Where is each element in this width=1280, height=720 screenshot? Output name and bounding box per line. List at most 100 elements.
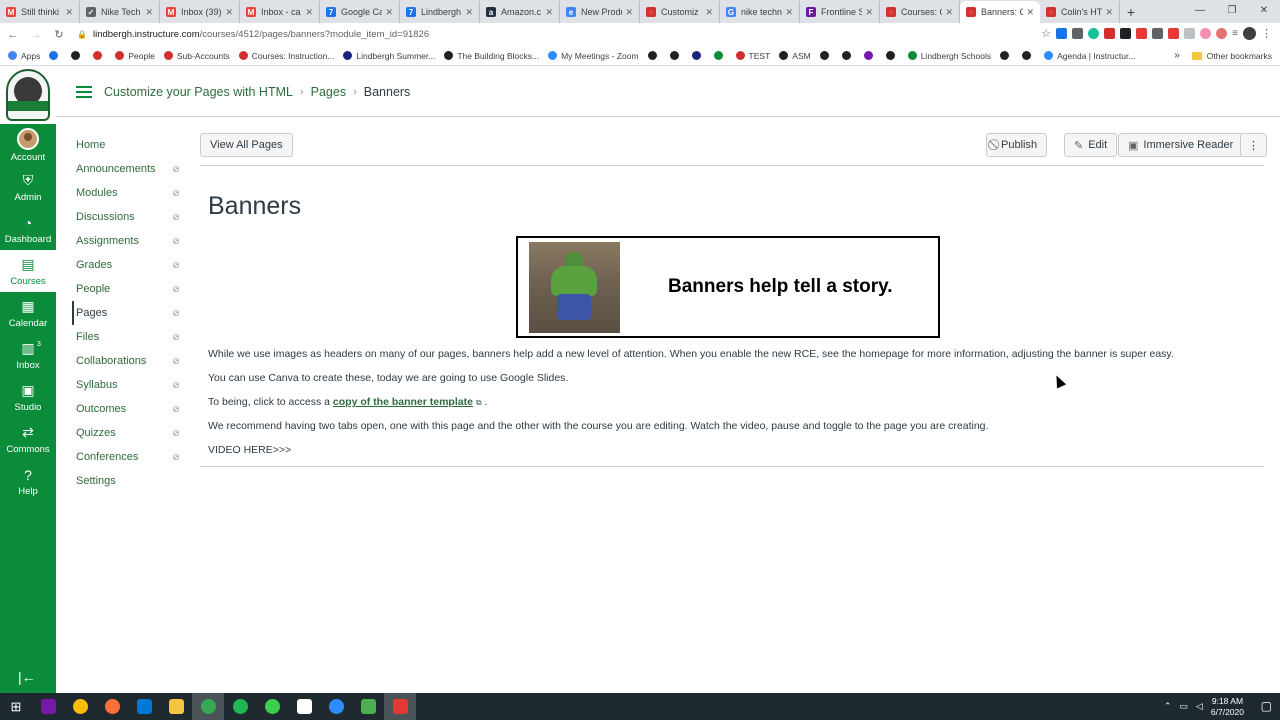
bookmark-item[interactable] bbox=[691, 51, 705, 60]
course-nav-grades[interactable]: Grades ⊘ bbox=[72, 253, 182, 277]
browser-tab[interactable]: M Still thinki ✕ bbox=[0, 1, 80, 23]
course-nav-modules[interactable]: Modules ⊘ bbox=[72, 181, 182, 205]
minimize-icon[interactable]: — bbox=[1184, 0, 1216, 20]
extension-icon[interactable] bbox=[1136, 28, 1148, 39]
course-nav-people[interactable]: People ⊘ bbox=[72, 277, 182, 301]
course-nav-files[interactable]: Files ⊘ bbox=[72, 325, 182, 349]
tab-close-icon[interactable]: ✕ bbox=[385, 7, 393, 18]
course-nav-quizzes[interactable]: Quizzes ⊘ bbox=[72, 421, 182, 445]
edit-button[interactable]: ✎ Edit bbox=[1064, 133, 1118, 157]
onenote-icon[interactable] bbox=[32, 693, 64, 720]
browser-tab[interactable]: M Inbox - ca ✕ bbox=[240, 1, 320, 23]
global-nav-studio[interactable]: ▣ Studio bbox=[0, 376, 56, 418]
global-nav-admin[interactable]: ⛨ Admin bbox=[0, 166, 56, 208]
banner-template-link[interactable]: copy of the banner template bbox=[333, 396, 473, 408]
bookmark-item[interactable] bbox=[819, 51, 833, 60]
extension-icon[interactable] bbox=[1200, 28, 1212, 39]
bookmark-item[interactable] bbox=[1000, 51, 1013, 60]
global-nav-inbox[interactable]: ▥ 3 Inbox bbox=[0, 334, 56, 376]
extension-icon[interactable] bbox=[1056, 28, 1068, 39]
bookmark-item[interactable]: ASM bbox=[779, 51, 811, 61]
bookmark-item[interactable]: Lindbergh Schools bbox=[907, 51, 991, 61]
bookmark-item[interactable]: My Meetings - Zoom bbox=[548, 51, 639, 61]
restore-icon[interactable]: ❐ bbox=[1216, 0, 1248, 20]
tab-close-icon[interactable]: ✕ bbox=[705, 7, 713, 18]
browser-tab[interactable]: ✓ Nike Tech ✕ bbox=[80, 1, 160, 23]
bookmark-item[interactable] bbox=[841, 51, 855, 60]
course-nav-settings[interactable]: Settings bbox=[72, 469, 182, 493]
course-nav-outcomes[interactable]: Outcomes ⊘ bbox=[72, 397, 182, 421]
course-nav-discussions[interactable]: Discussions ⊘ bbox=[72, 205, 182, 229]
app-mountain-icon[interactable] bbox=[288, 693, 320, 720]
course-nav-home[interactable]: Home bbox=[72, 133, 182, 157]
bookmark-item[interactable] bbox=[647, 51, 661, 60]
profile-avatar-icon[interactable] bbox=[1243, 27, 1256, 40]
edge-icon[interactable] bbox=[128, 693, 160, 720]
bookmark-item[interactable] bbox=[863, 51, 877, 60]
tab-close-icon[interactable]: ✕ bbox=[865, 7, 873, 18]
bookmark-item[interactable] bbox=[71, 51, 84, 60]
new-tab-button[interactable]: + bbox=[1120, 1, 1142, 23]
extension-icon[interactable] bbox=[1168, 28, 1180, 39]
bookmark-item[interactable]: The Building Blocks... bbox=[444, 51, 539, 61]
browser-tab[interactable]: 7 Google Ca ✕ bbox=[320, 1, 400, 23]
snagit-icon[interactable] bbox=[384, 693, 416, 720]
clock[interactable]: 9:18 AM 6/7/2020 bbox=[1211, 696, 1244, 718]
course-nav-announcements[interactable]: Announcements ⊘ bbox=[72, 157, 182, 181]
tab-close-icon[interactable]: ✕ bbox=[545, 7, 553, 18]
windows-start-icon[interactable]: ⊞ bbox=[0, 693, 32, 720]
bookmark-item[interactable] bbox=[1022, 51, 1035, 60]
app-green-icon[interactable] bbox=[256, 693, 288, 720]
reading-list-icon[interactable]: ≡ bbox=[1232, 28, 1238, 39]
extension-icon[interactable] bbox=[1184, 28, 1196, 39]
bookmark-item[interactable] bbox=[49, 51, 62, 60]
bookmark-item[interactable] bbox=[885, 51, 899, 60]
volume-icon[interactable]: ◁ bbox=[1196, 701, 1203, 712]
extension-icon[interactable] bbox=[1120, 28, 1132, 39]
tab-close-icon[interactable]: ✕ bbox=[225, 7, 233, 18]
browser-tab[interactable]: M Inbox (39) ✕ bbox=[160, 1, 240, 23]
bookmark-item[interactable] bbox=[669, 51, 683, 60]
global-nav-help[interactable]: ? Help bbox=[0, 460, 56, 502]
reload-icon[interactable]: ↻ bbox=[49, 28, 69, 41]
extension-icon[interactable] bbox=[1088, 28, 1100, 39]
browser-tab[interactable]: ◌ Customiz ✕ bbox=[640, 1, 720, 23]
bookmark-item[interactable]: People bbox=[115, 51, 155, 61]
course-nav-pages[interactable]: Pages ⊘ bbox=[72, 301, 182, 325]
browser-menu-icon[interactable]: ⋮ bbox=[1261, 27, 1272, 40]
browser-tab[interactable]: 7 Lindbergh ✕ bbox=[400, 1, 480, 23]
tab-close-icon[interactable]: ✕ bbox=[625, 7, 633, 18]
tray-chevron-icon[interactable]: ⌃ bbox=[1164, 701, 1172, 712]
url-field[interactable]: 🔒 lindbergh.instructure.com/courses/4512… bbox=[77, 25, 957, 45]
course-menu-toggle-icon[interactable] bbox=[76, 86, 92, 98]
network-icon[interactable]: ▭ bbox=[1179, 701, 1188, 712]
browser-tab[interactable]: Gnike techn ✕ bbox=[720, 1, 800, 23]
zoom-icon[interactable] bbox=[320, 693, 352, 720]
view-all-pages-button[interactable]: View All Pages bbox=[200, 133, 293, 157]
tab-close-icon[interactable]: ✕ bbox=[785, 7, 793, 18]
firefox-icon[interactable] bbox=[96, 693, 128, 720]
bookmark-item[interactable]: Sub-Accounts bbox=[163, 51, 230, 61]
extension-icon[interactable] bbox=[1152, 28, 1164, 39]
more-options-button[interactable]: ⋮ bbox=[1240, 133, 1267, 157]
global-nav-calendar[interactable]: ▦ Calendar bbox=[0, 292, 56, 334]
tab-close-icon[interactable]: ✕ bbox=[305, 7, 313, 18]
bookmark-star-icon[interactable]: ☆ bbox=[1041, 27, 1051, 40]
course-nav-conferences[interactable]: Conferences ⊘ bbox=[72, 445, 182, 469]
bookmark-item[interactable] bbox=[713, 51, 727, 60]
extension-icon[interactable] bbox=[1072, 28, 1084, 39]
course-nav-syllabus[interactable]: Syllabus ⊘ bbox=[72, 373, 182, 397]
camtasia-icon[interactable] bbox=[352, 693, 384, 720]
bookmark-item[interactable]: Agenda | Instructur... bbox=[1044, 51, 1135, 61]
tab-close-icon[interactable]: ✕ bbox=[1026, 7, 1034, 18]
notifications-icon[interactable]: ▢ bbox=[1261, 699, 1272, 713]
browser-tab[interactable]: a Amazon.c ✕ bbox=[480, 1, 560, 23]
bookmarks-more-icon[interactable]: » bbox=[1174, 50, 1180, 61]
breadcrumb-pages[interactable]: Pages bbox=[311, 85, 346, 99]
extension-icon[interactable] bbox=[1216, 28, 1228, 39]
browser-tab[interactable]: e New Produ ✕ bbox=[560, 1, 640, 23]
publish-button[interactable]: ⃠Publish bbox=[986, 133, 1048, 157]
breadcrumb-course[interactable]: Customize your Pages with HTML bbox=[104, 85, 293, 99]
bookmark-item[interactable]: TEST bbox=[735, 51, 770, 61]
chrome-icon[interactable] bbox=[64, 693, 96, 720]
